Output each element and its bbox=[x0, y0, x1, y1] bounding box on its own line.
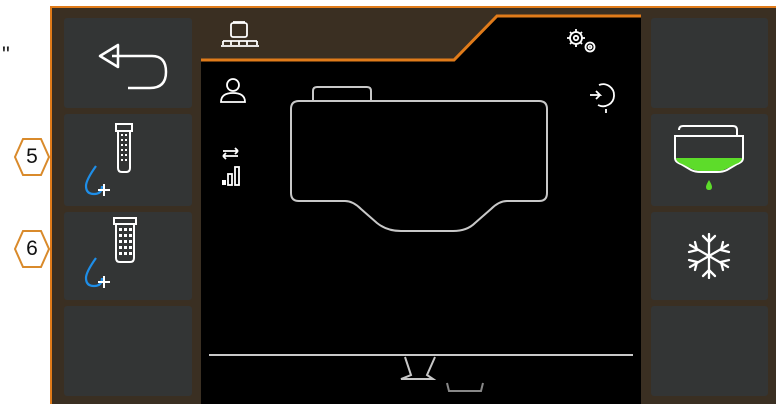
tank-green-level-icon bbox=[674, 125, 744, 190]
tank-outline-icon bbox=[290, 86, 548, 232]
tank-overview-panel bbox=[201, 13, 641, 404]
snowflake-icon bbox=[687, 232, 731, 280]
fill-button-6[interactable] bbox=[64, 212, 192, 300]
drain-icon[interactable] bbox=[400, 356, 484, 392]
back-button[interactable] bbox=[64, 18, 192, 108]
fill-button-5[interactable] bbox=[64, 114, 192, 206]
signal-bars-icon[interactable] bbox=[222, 147, 240, 186]
tank-level-button[interactable] bbox=[651, 114, 768, 206]
callout-6-label: 6 bbox=[26, 237, 38, 260]
ecu-icon[interactable] bbox=[590, 83, 615, 113]
water-fill-icon bbox=[84, 123, 133, 196]
back-arrow-icon bbox=[98, 43, 168, 90]
callout-5: 5 bbox=[14, 137, 50, 177]
water-fill-grid-icon bbox=[84, 217, 137, 288]
empty-right-top-button[interactable] bbox=[651, 18, 768, 108]
callout-5-label: 5 bbox=[26, 145, 38, 168]
empty-right-bottom-button[interactable] bbox=[651, 306, 768, 396]
user-icon[interactable] bbox=[220, 78, 246, 103]
quote-mark: " bbox=[2, 42, 10, 67]
gears-icon[interactable] bbox=[567, 29, 596, 53]
frost-button[interactable] bbox=[651, 212, 768, 300]
callout-6: 6 bbox=[14, 229, 50, 269]
empty-left-button[interactable] bbox=[64, 306, 192, 396]
